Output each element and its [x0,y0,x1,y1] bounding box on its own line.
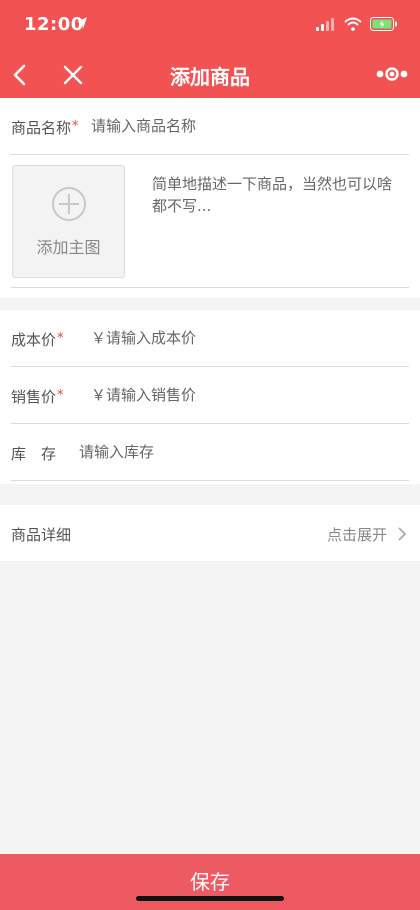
battery-icon [370,17,397,31]
required-mark: * [57,388,64,403]
image-description-row: 添加主图 [11,155,409,288]
sale-price-input[interactable] [91,382,371,408]
status-bar: 12:00 [0,0,420,50]
detail-section: 商品详细 点击展开 [0,505,420,561]
save-button[interactable]: 保存 [0,854,420,910]
stock-row: 库 存 [11,424,409,481]
status-icons [316,17,398,31]
header: 12:00 添加商品 [0,0,420,98]
price-stock-section: 成本价* 销售价* 库 存 [0,310,420,484]
location-arrow-icon [77,17,87,29]
product-detail-row[interactable]: 商品详细 点击展开 [11,505,409,561]
add-main-image-label: 添加主图 [36,238,101,257]
signal-icon [316,18,334,31]
page-title: 添加商品 [170,65,250,89]
product-detail-label: 商品详细 [11,526,72,544]
home-indicator [136,896,284,901]
nav-bar: 添加商品 [0,50,420,98]
description-textarea[interactable] [152,173,402,243]
product-name-row: 商品名称* [11,98,409,155]
stock-label: 库 存 [11,445,57,463]
cost-price-input[interactable] [91,325,371,351]
add-main-image-button[interactable]: 添加主图 [12,165,125,278]
product-name-label: 商品名称* [11,119,79,137]
wifi-icon [344,17,362,31]
cost-price-row: 成本价* [11,310,409,367]
required-mark: * [72,119,79,134]
more-icon[interactable] [376,64,408,84]
required-mark: * [57,331,64,346]
plus-circle-icon [52,187,86,221]
stock-input[interactable] [79,439,359,465]
basic-info-section: 商品名称* 添加主图 [0,98,420,298]
status-time: 12:00 [24,14,84,35]
expand-link[interactable]: 点击展开 [327,524,387,545]
product-name-input[interactable] [91,113,371,139]
chevron-right-icon [398,527,407,541]
sale-price-label: 销售价* [11,388,64,406]
cost-price-label: 成本价* [11,331,64,349]
sale-price-row: 销售价* [11,367,409,424]
